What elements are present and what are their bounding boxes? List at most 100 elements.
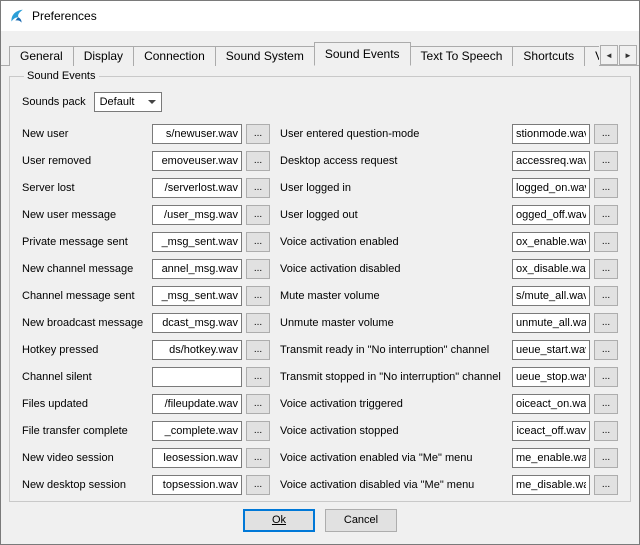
sound-file-input[interactable] [152, 205, 242, 225]
browse-button[interactable]: ... [246, 367, 270, 387]
event-label: User logged in [274, 182, 508, 194]
sounds-pack-select[interactable]: Default [94, 92, 162, 112]
event-label: Channel message sent [22, 290, 148, 302]
window-title: Preferences [32, 9, 97, 23]
tab-scroll-right-button[interactable]: ► [619, 45, 637, 65]
sound-file-input[interactable] [152, 259, 242, 279]
browse-button[interactable]: ... [246, 313, 270, 333]
event-label: New channel message [22, 263, 148, 275]
browse-button[interactable]: ... [246, 421, 270, 441]
sound-file-input[interactable] [512, 232, 590, 252]
tab-bar: GeneralDisplayConnectionSound SystemSoun… [1, 43, 639, 66]
event-label: User logged out [274, 209, 508, 221]
tab-scroll-left-button[interactable]: ◄ [600, 45, 618, 65]
sound-file-input[interactable] [152, 178, 242, 198]
browse-button[interactable]: ... [246, 151, 270, 171]
browse-button[interactable]: ... [594, 286, 618, 306]
sound-file-input[interactable] [512, 448, 590, 468]
event-label: File transfer complete [22, 425, 148, 437]
sound-file-input[interactable] [512, 394, 590, 414]
browse-button[interactable]: ... [246, 340, 270, 360]
tab-video[interactable]: Video [584, 46, 599, 66]
event-label: Unmute master volume [274, 317, 508, 329]
sound-file-input[interactable] [152, 124, 242, 144]
event-label: New video session [22, 452, 148, 464]
browse-button[interactable]: ... [246, 205, 270, 225]
browse-button[interactable]: ... [594, 340, 618, 360]
event-label: Mute master volume [274, 290, 508, 302]
tab-shortcuts[interactable]: Shortcuts [512, 46, 585, 66]
event-label: User removed [22, 155, 148, 167]
browse-button[interactable]: ... [246, 448, 270, 468]
browse-button[interactable]: ... [594, 259, 618, 279]
sound-file-input[interactable] [152, 367, 242, 387]
sound-file-input[interactable] [512, 178, 590, 198]
event-label: Voice activation disabled via "Me" menu [274, 479, 508, 491]
browse-button[interactable]: ... [594, 313, 618, 333]
ok-button[interactable]: Ok [243, 509, 315, 532]
browse-button[interactable]: ... [246, 124, 270, 144]
event-label: New broadcast message [22, 317, 148, 329]
browse-button[interactable]: ... [594, 178, 618, 198]
browse-button[interactable]: ... [594, 421, 618, 441]
sound-events-grid: New user...User entered question-mode...… [22, 124, 618, 495]
sound-file-input[interactable] [512, 421, 590, 441]
event-label: Files updated [22, 398, 148, 410]
sound-file-input[interactable] [152, 475, 242, 495]
tab-strip: GeneralDisplayConnectionSound SystemSoun… [9, 42, 599, 66]
sound-file-input[interactable] [152, 151, 242, 171]
sound-file-input[interactable] [512, 205, 590, 225]
browse-button[interactable]: ... [594, 448, 618, 468]
sound-file-input[interactable] [512, 313, 590, 333]
cancel-button[interactable]: Cancel [325, 509, 397, 532]
event-label: Desktop access request [274, 155, 508, 167]
tab-display[interactable]: Display [73, 46, 134, 66]
sound-file-input[interactable] [152, 340, 242, 360]
browse-button[interactable]: ... [246, 232, 270, 252]
sound-file-input[interactable] [152, 394, 242, 414]
app-icon [9, 8, 25, 24]
sound-file-input[interactable] [152, 232, 242, 252]
browse-button[interactable]: ... [594, 205, 618, 225]
tab-sound-system[interactable]: Sound System [215, 46, 315, 66]
browse-button[interactable]: ... [594, 124, 618, 144]
event-label: New user [22, 128, 148, 140]
sound-file-input[interactable] [512, 340, 590, 360]
browse-button[interactable]: ... [246, 286, 270, 306]
event-label: Private message sent [22, 236, 148, 248]
browse-button[interactable]: ... [594, 394, 618, 414]
event-label: Channel silent [22, 371, 148, 383]
browse-button[interactable]: ... [246, 259, 270, 279]
sound-file-input[interactable] [512, 367, 590, 387]
browse-button[interactable]: ... [594, 232, 618, 252]
sound-file-input[interactable] [152, 448, 242, 468]
browse-button[interactable]: ... [594, 151, 618, 171]
sounds-pack-value: Default [100, 96, 135, 108]
event-label: New desktop session [22, 479, 148, 491]
event-label: Voice activation triggered [274, 398, 508, 410]
event-label: Voice activation disabled [274, 263, 508, 275]
tab-scroll-control: ◄ ► [599, 45, 637, 65]
tab-general[interactable]: General [9, 46, 74, 66]
chevron-down-icon [148, 100, 156, 104]
sound-file-input[interactable] [152, 286, 242, 306]
tab-sound-events[interactable]: Sound Events [314, 42, 411, 66]
sound-file-input[interactable] [152, 421, 242, 441]
sound-file-input[interactable] [512, 475, 590, 495]
sound-file-input[interactable] [512, 259, 590, 279]
browse-button[interactable]: ... [594, 367, 618, 387]
event-label: Transmit ready in "No interruption" chan… [274, 344, 508, 356]
browse-button[interactable]: ... [594, 475, 618, 495]
browse-button[interactable]: ... [246, 475, 270, 495]
sounds-pack-label: Sounds pack [22, 96, 86, 108]
browse-button[interactable]: ... [246, 394, 270, 414]
tab-connection[interactable]: Connection [133, 46, 216, 66]
browse-button[interactable]: ... [246, 178, 270, 198]
sound-file-input[interactable] [512, 151, 590, 171]
sound-file-input[interactable] [512, 124, 590, 144]
event-label: Hotkey pressed [22, 344, 148, 356]
dialog-footer: Ok Cancel [9, 502, 631, 544]
sound-file-input[interactable] [152, 313, 242, 333]
sound-file-input[interactable] [512, 286, 590, 306]
tab-text-to-speech[interactable]: Text To Speech [410, 46, 514, 66]
